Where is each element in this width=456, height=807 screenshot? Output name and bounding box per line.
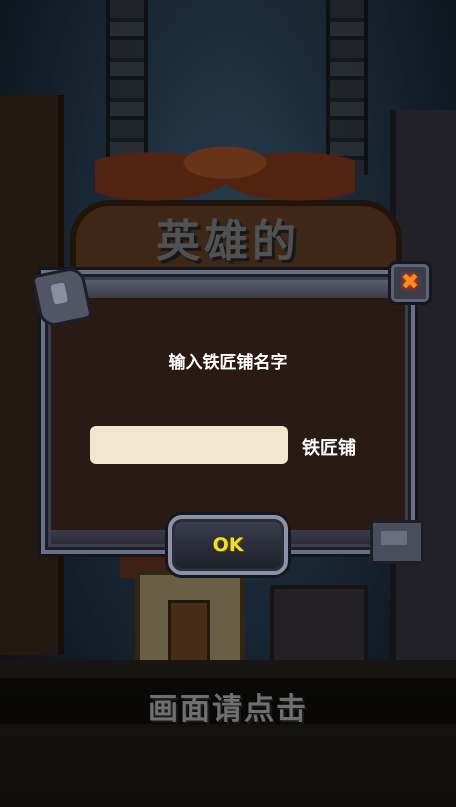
- shop-name-input[interactable]: [90, 426, 288, 464]
- shop-name-suffix: 铁匠铺: [302, 438, 356, 459]
- close-button[interactable]: ✖: [388, 261, 432, 305]
- dialog-corner-ornament-bottom-icon: [370, 520, 424, 564]
- ok-button-label: OK: [212, 534, 244, 556]
- close-x-icon: ✖: [400, 270, 420, 295]
- name-dialog: [41, 270, 415, 554]
- ok-button[interactable]: OK: [168, 515, 288, 575]
- dialog-title: 输入铁匠铺名字: [168, 353, 288, 373]
- tap-prompt-text: 画面请点击: [148, 692, 308, 727]
- dialog-top-trim: [51, 280, 405, 298]
